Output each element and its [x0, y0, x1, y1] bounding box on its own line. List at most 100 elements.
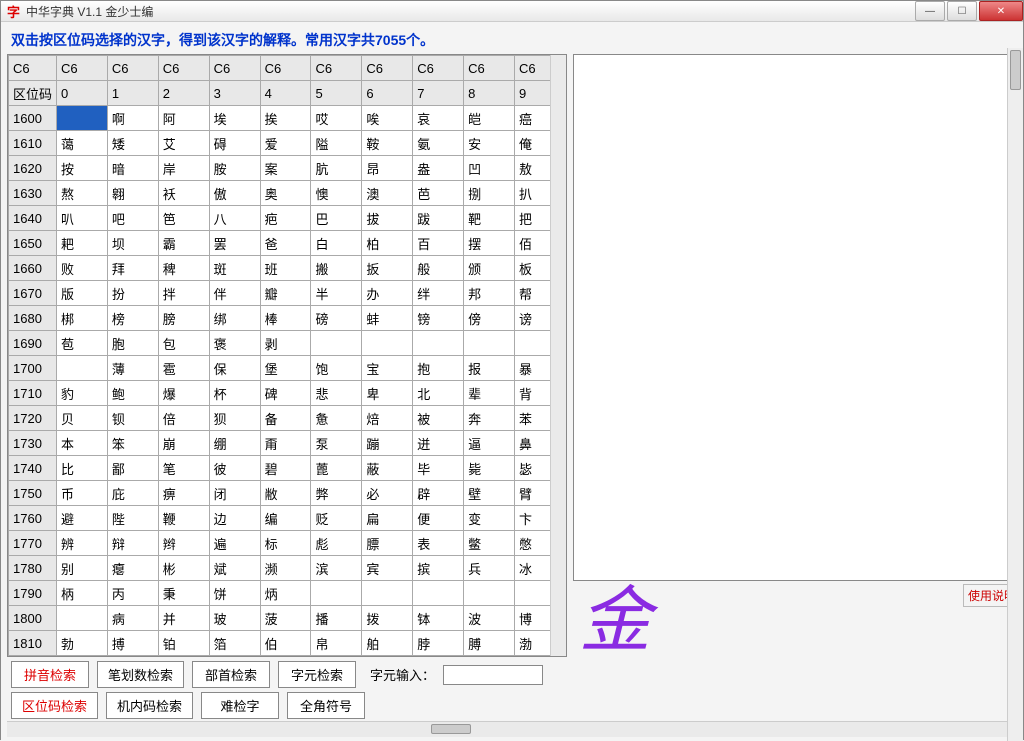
- row-code[interactable]: 1740: [9, 456, 57, 481]
- digit-header[interactable]: 2: [158, 81, 209, 106]
- char-cell[interactable]: 奥: [260, 181, 311, 206]
- char-cell[interactable]: 宝: [362, 356, 413, 381]
- char-cell[interactable]: 暗: [107, 156, 158, 181]
- char-cell[interactable]: [311, 581, 362, 606]
- char-cell[interactable]: 波: [464, 606, 515, 631]
- char-cell[interactable]: 柏: [362, 231, 413, 256]
- char-cell[interactable]: 扮: [107, 281, 158, 306]
- char-cell[interactable]: 鞭: [158, 506, 209, 531]
- char-cell[interactable]: 饱: [311, 356, 362, 381]
- char-cell[interactable]: 阿: [158, 106, 209, 131]
- char-cell[interactable]: 胺: [209, 156, 260, 181]
- char-cell[interactable]: 膘: [362, 531, 413, 556]
- char-cell[interactable]: 吧: [107, 206, 158, 231]
- char-cell[interactable]: 敝: [260, 481, 311, 506]
- char-cell[interactable]: 辨: [57, 531, 108, 556]
- char-cell[interactable]: 炳: [260, 581, 311, 606]
- char-cell[interactable]: 鲍: [107, 381, 158, 406]
- char-cell[interactable]: 蔼: [57, 131, 108, 156]
- char-cell[interactable]: 斑: [209, 256, 260, 281]
- char-cell[interactable]: 丙: [107, 581, 158, 606]
- char-cell[interactable]: 泵: [311, 431, 362, 456]
- char-cell[interactable]: 笔: [158, 456, 209, 481]
- col-header[interactable]: C6: [362, 56, 413, 81]
- char-cell[interactable]: 盎: [413, 156, 464, 181]
- char-cell[interactable]: 濒: [260, 556, 311, 581]
- char-cell[interactable]: 版: [57, 281, 108, 306]
- char-cell[interactable]: 标: [260, 531, 311, 556]
- char-cell[interactable]: 隘: [311, 131, 362, 156]
- char-cell[interactable]: 唉: [362, 106, 413, 131]
- row-code[interactable]: 1620: [9, 156, 57, 181]
- char-cell[interactable]: 矮: [107, 131, 158, 156]
- char-cell[interactable]: 彼: [209, 456, 260, 481]
- char-input[interactable]: [443, 665, 543, 685]
- char-cell[interactable]: 逼: [464, 431, 515, 456]
- horizontal-scrollbar[interactable]: [7, 721, 1017, 737]
- search-button[interactable]: 全角符号: [287, 692, 365, 719]
- char-cell[interactable]: 比: [57, 456, 108, 481]
- char-cell[interactable]: 钡: [107, 406, 158, 431]
- char-cell[interactable]: 并: [158, 606, 209, 631]
- char-cell[interactable]: 菠: [260, 606, 311, 631]
- char-cell[interactable]: 贬: [311, 506, 362, 531]
- char-cell[interactable]: 宾: [362, 556, 413, 581]
- char-cell[interactable]: 彬: [158, 556, 209, 581]
- char-cell[interactable]: 便: [413, 506, 464, 531]
- char-cell[interactable]: 澳: [362, 181, 413, 206]
- char-cell[interactable]: [464, 331, 515, 356]
- char-cell[interactable]: 昂: [362, 156, 413, 181]
- char-cell[interactable]: 播: [311, 606, 362, 631]
- digit-header[interactable]: 8: [464, 81, 515, 106]
- char-cell[interactable]: 蔽: [362, 456, 413, 481]
- char-cell[interactable]: 病: [107, 606, 158, 631]
- char-cell[interactable]: 伴: [209, 281, 260, 306]
- char-cell[interactable]: 傍: [464, 306, 515, 331]
- char-cell[interactable]: 疤: [260, 206, 311, 231]
- char-cell[interactable]: 挨: [260, 106, 311, 131]
- char-cell[interactable]: 伯: [260, 631, 311, 656]
- row-code[interactable]: 1760: [9, 506, 57, 531]
- char-cell[interactable]: [57, 106, 108, 131]
- char-cell[interactable]: 变: [464, 506, 515, 531]
- char-table[interactable]: C6C6C6C6C6C6C6C6C6C6C6 区位码0123456789 160…: [8, 55, 566, 656]
- char-cell[interactable]: 狈: [209, 406, 260, 431]
- search-button[interactable]: 字元检索: [278, 661, 356, 688]
- col-header[interactable]: C6: [311, 56, 362, 81]
- char-cell[interactable]: 豹: [57, 381, 108, 406]
- col-header[interactable]: C6: [107, 56, 158, 81]
- char-cell[interactable]: 蹦: [362, 431, 413, 456]
- char-cell[interactable]: 梆: [57, 306, 108, 331]
- char-cell[interactable]: 兵: [464, 556, 515, 581]
- char-cell[interactable]: 饼: [209, 581, 260, 606]
- char-cell[interactable]: 碍: [209, 131, 260, 156]
- char-cell[interactable]: 甭: [260, 431, 311, 456]
- char-cell[interactable]: 摆: [464, 231, 515, 256]
- char-cell[interactable]: 北: [413, 381, 464, 406]
- char-cell[interactable]: 鄙: [107, 456, 158, 481]
- digit-header[interactable]: 7: [413, 81, 464, 106]
- char-cell[interactable]: 柄: [57, 581, 108, 606]
- char-cell[interactable]: 绊: [413, 281, 464, 306]
- col-header[interactable]: C6: [9, 56, 57, 81]
- digit-header[interactable]: 6: [362, 81, 413, 106]
- char-cell[interactable]: 钵: [413, 606, 464, 631]
- row-code[interactable]: 1660: [9, 256, 57, 281]
- char-cell[interactable]: 扁: [362, 506, 413, 531]
- row-code[interactable]: 1750: [9, 481, 57, 506]
- col-header[interactable]: C6: [158, 56, 209, 81]
- char-cell[interactable]: 爸: [260, 231, 311, 256]
- char-cell[interactable]: 办: [362, 281, 413, 306]
- char-cell[interactable]: 巴: [311, 206, 362, 231]
- char-cell[interactable]: 本: [57, 431, 108, 456]
- digit-header[interactable]: 5: [311, 81, 362, 106]
- char-cell[interactable]: 岸: [158, 156, 209, 181]
- char-cell[interactable]: 贝: [57, 406, 108, 431]
- char-cell[interactable]: 膊: [464, 631, 515, 656]
- char-cell[interactable]: 辩: [107, 531, 158, 556]
- char-cell[interactable]: 别: [57, 556, 108, 581]
- char-cell[interactable]: 袄: [158, 181, 209, 206]
- row-code[interactable]: 1770: [9, 531, 57, 556]
- search-button[interactable]: 机内码检索: [106, 692, 193, 719]
- char-cell[interactable]: 蓖: [311, 456, 362, 481]
